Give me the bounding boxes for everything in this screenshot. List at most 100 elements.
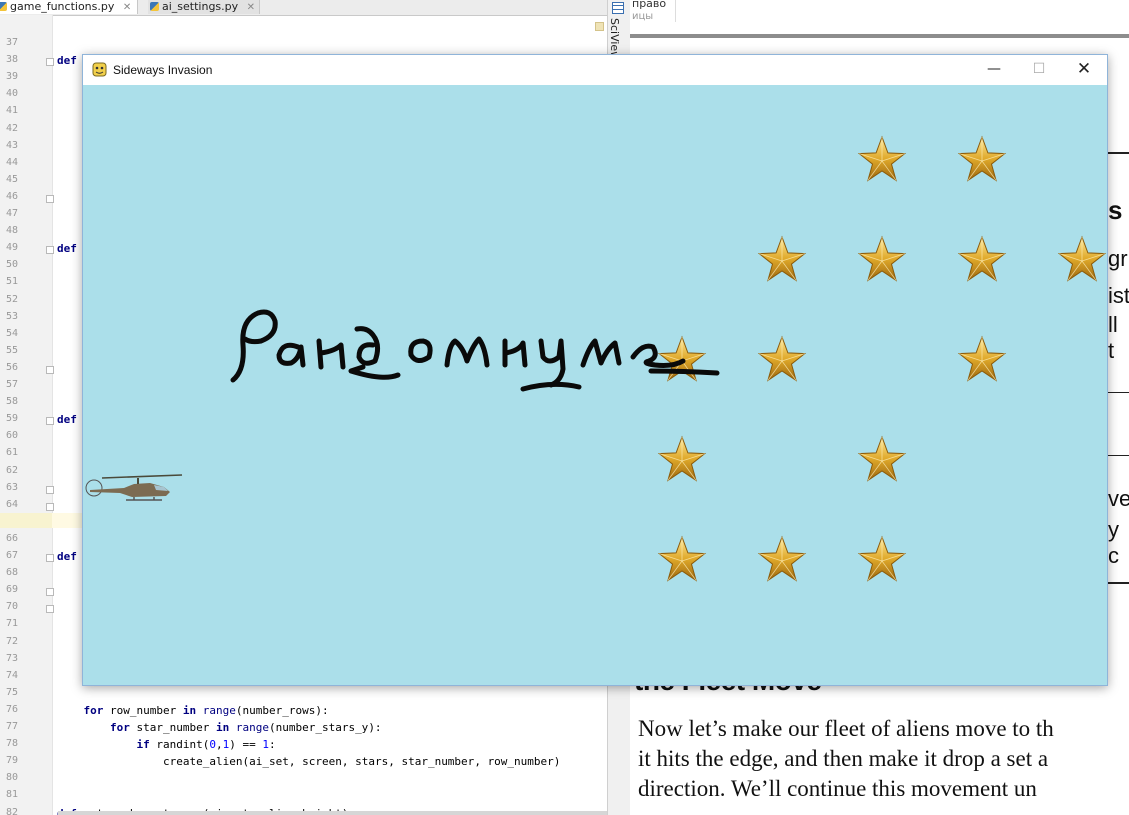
paragraph-line: Now let’s make our fleet of aliens move … — [638, 716, 1054, 741]
star-alien — [757, 535, 807, 582]
star-alien — [1057, 235, 1107, 282]
line-number: 48 — [5, 225, 18, 237]
code-line[interactable]: for star_number in range(number_stars_y)… — [57, 721, 382, 734]
fold-toggle-icon[interactable] — [46, 554, 54, 562]
line-number: 74 — [5, 669, 18, 681]
maximize-button[interactable]: ☐ — [1016, 55, 1062, 85]
toolbar-divider — [675, 0, 676, 22]
line-number: 82 — [5, 806, 18, 815]
horizontal-scrollbar[interactable] — [58, 811, 608, 815]
paragraph-line: it hits the edge, and then make it drop … — [638, 746, 1049, 771]
line-number: 47 — [5, 208, 18, 219]
close-tab-icon[interactable]: ✕ — [123, 2, 131, 13]
game-window[interactable]: Sideways Invasion — ☐ ✕ — [82, 54, 1108, 686]
line-number: 60 — [5, 430, 18, 442]
line-number: 68 — [5, 567, 18, 579]
star-alien — [957, 335, 1007, 382]
star-alien — [657, 535, 707, 582]
tab-ai-settings[interactable]: ai_settings.py ✕ — [148, 0, 260, 14]
line-number: 62 — [5, 464, 18, 476]
code-line[interactable]: if randint(0,1) == 1: — [57, 738, 275, 751]
code-line[interactable]: def — [57, 242, 77, 255]
toolbar-text[interactable]: право — [632, 0, 666, 10]
fold-toggle-icon[interactable] — [46, 58, 54, 67]
fold-toggle-icon[interactable] — [46, 502, 54, 511]
text-fragment: gr — [1108, 246, 1128, 271]
fold-toggle-icon[interactable] — [46, 365, 54, 374]
fold-toggle-icon[interactable] — [46, 588, 54, 597]
line-number: 56 — [5, 361, 18, 373]
line-number: 49 — [5, 242, 18, 254]
line-number: 52 — [5, 293, 18, 305]
tab-label: game_functions.py — [10, 0, 115, 13]
line-number: 37 — [5, 37, 18, 48]
line-number: 69 — [5, 584, 18, 596]
line-number: 57 — [5, 379, 18, 390]
line-number: 53 — [5, 310, 18, 322]
line-number: 81 — [5, 789, 18, 801]
game-canvas[interactable] — [83, 85, 1107, 685]
line-number: 61 — [5, 447, 18, 459]
line-number: 79 — [5, 755, 18, 767]
editor-tab-bar: game_functions.py ✕ ai_settings.py ✕ — [0, 0, 630, 16]
fold-toggle-icon[interactable] — [46, 194, 54, 203]
fold-toggle-icon[interactable] — [46, 485, 54, 494]
close-tab-icon[interactable]: ✕ — [247, 2, 255, 13]
line-number: 50 — [5, 259, 18, 271]
line-number: 75 — [5, 686, 18, 698]
text-fragment: ist — [1108, 283, 1129, 308]
rule-line — [1108, 455, 1129, 456]
python-file-icon — [0, 2, 7, 11]
line-number: 59 — [5, 413, 18, 425]
helicopter-ship — [85, 474, 183, 501]
star-alien — [857, 435, 907, 482]
star-alien — [757, 235, 807, 282]
line-number: 55 — [5, 344, 18, 356]
line-number: 77 — [5, 721, 18, 732]
star-alien — [857, 235, 907, 282]
window-title: Sideways Invasion — [113, 63, 213, 77]
star-alien — [857, 535, 907, 582]
document-top-rule — [630, 34, 1129, 38]
line-number: 71 — [5, 618, 18, 630]
line-number: 51 — [5, 276, 18, 288]
close-button[interactable]: ✕ — [1061, 55, 1107, 85]
window-titlebar[interactable]: Sideways Invasion — ☐ ✕ — [83, 55, 1107, 85]
current-line-gutter-highlight — [0, 513, 52, 528]
rule-line — [1108, 152, 1129, 154]
tab-game-functions[interactable]: game_functions.py ✕ — [0, 0, 138, 14]
warning-marker[interactable] — [595, 22, 604, 31]
line-number: 40 — [5, 88, 18, 100]
fold-toggle-icon[interactable] — [46, 246, 54, 255]
code-line[interactable]: def — [57, 550, 77, 563]
line-number: 54 — [5, 327, 18, 339]
code-line[interactable]: for row_number in range(number_rows): — [57, 704, 329, 717]
line-number: 73 — [5, 652, 18, 664]
line-number: 78 — [5, 738, 18, 750]
line-number: 46 — [5, 190, 18, 202]
star-alien — [957, 135, 1007, 182]
line-number: 58 — [5, 396, 18, 408]
toolbar-subtext: ицы — [632, 11, 654, 22]
pygame-snake-icon — [92, 62, 107, 77]
text-fragment: y c — [1108, 517, 1119, 568]
star-alien — [657, 435, 707, 482]
minimize-button[interactable]: — — [971, 55, 1017, 85]
star-alien — [757, 335, 807, 382]
code-line[interactable]: def — [57, 413, 77, 426]
rule-line — [1108, 582, 1129, 584]
line-number: 72 — [5, 635, 18, 647]
line-number: 39 — [5, 71, 18, 83]
line-number: 76 — [5, 703, 18, 715]
code-line[interactable]: create_alien(ai_set, screen, stars, star… — [57, 755, 560, 768]
tab-label: ai_settings.py — [162, 0, 239, 13]
python-file-icon — [150, 2, 159, 11]
line-number: 38 — [5, 54, 18, 66]
fold-toggle-icon[interactable] — [46, 417, 54, 426]
table-icon[interactable] — [612, 2, 624, 14]
paragraph-line: direction. We’ll continue this movement … — [638, 776, 1037, 801]
fold-toggle-icon[interactable] — [46, 605, 54, 614]
line-number: 45 — [5, 173, 18, 185]
rule-line — [1108, 392, 1129, 393]
line-number: 41 — [5, 105, 18, 117]
